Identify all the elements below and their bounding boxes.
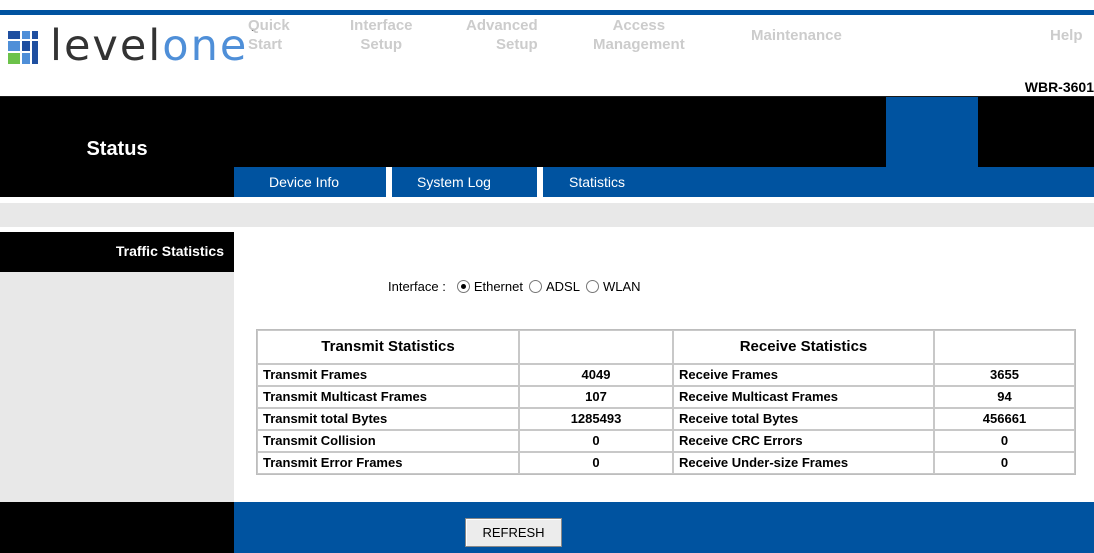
table-row: Transmit Collision 0 Receive CRC Errors … [257,429,1075,452]
refresh-button[interactable]: REFRESH [465,518,562,547]
radio-ethernet[interactable] [456,279,470,293]
nav-quick-start-line1: Quick [248,17,290,34]
tx-value: 0 [519,429,673,452]
subnav-separator [386,167,392,197]
tx-value: 4049 [519,363,673,386]
section-title: Status [86,138,148,160]
table-header-blank [519,330,673,364]
tx-label: Transmit Error Frames [257,451,519,474]
rx-value: 94 [934,385,1075,408]
logo-mark-icon [8,31,38,64]
interface-label: Interface : [388,278,446,294]
radio-adsl-label: ADSL [545,278,580,294]
table-row: Transmit Error Frames 0 Receive Under-si… [257,451,1075,474]
rx-label: Receive total Bytes [673,407,934,430]
transmit-statistics-header: Transmit Statistics [257,330,519,364]
nav-interface-setup[interactable]: Interface Setup [350,0,413,70]
logo-wordmark: levelone • [50,25,258,68]
model-name: WBR-3601 [1024,79,1094,95]
subnav-system-log[interactable]: System Log [417,167,491,197]
nav-interface-setup-line1: Interface [350,17,413,34]
nav-access-management-line1: Access [612,17,666,34]
table-row: Transmit total Bytes 1285493 Receive tot… [257,407,1075,430]
radio-wlan-label: WLAN [602,278,641,294]
side-gray-panel [0,272,234,502]
tx-label: Transmit total Bytes [257,407,519,430]
radio-ethernet-label: Ethernet [473,278,523,294]
traffic-statistics-table: Transmit Statistics Receive Statistics T… [256,329,1076,475]
nav-access-management[interactable]: Access Management [593,0,685,70]
nav-help-label: Help [1050,26,1083,44]
tx-value: 107 [519,385,673,408]
footer-bar [234,502,1094,553]
rx-label: Receive Frames [673,363,934,386]
nav-help[interactable]: Help [1050,0,1083,70]
nav-access-management-line2: Management [593,36,685,53]
nav-quick-start[interactable]: Quick Start [248,0,290,70]
table-row: Transmit Multicast Frames 107 Receive Mu… [257,385,1075,408]
tx-value: 0 [519,451,673,474]
table-row: Transmit Frames 4049 Receive Frames 3655 [257,363,1075,386]
tx-label: Transmit Frames [257,363,519,386]
nav-advanced-setup-line1: Advanced [466,17,538,34]
footer-left-panel [0,502,234,553]
rx-label: Receive CRC Errors [673,429,934,452]
rx-value: 456661 [934,407,1075,430]
table-header-blank [934,330,1075,364]
sub-nav: Device Info System Log Statistics [234,167,1094,197]
side-label-traffic-statistics: Traffic Statistics [115,243,224,259]
nav-active-highlight [886,97,978,167]
content-top-strip [0,203,1094,227]
radio-wlan[interactable] [585,279,599,293]
nav-status-label: Status [905,26,951,44]
interface-selector: Interface : Ethernet ADSL WLAN [388,276,645,296]
nav-advanced-setup-line2: Setup [496,36,538,53]
nav-interface-setup-line2: Setup [360,36,403,53]
rx-value: 0 [934,451,1075,474]
tx-value: 1285493 [519,407,673,430]
tx-label: Transmit Multicast Frames [257,385,519,408]
logo-word-level: level [50,21,163,71]
tx-label: Transmit Collision [257,429,519,452]
receive-statistics-header: Receive Statistics [673,330,934,364]
subnav-statistics[interactable]: Statistics [569,167,625,197]
subnav-separator [537,167,543,197]
nav-quick-start-line2: Start [248,36,283,53]
rx-label: Receive Under-size Frames [673,451,934,474]
nav-maintenance[interactable]: Maintenance [751,0,842,70]
table-header-row: Transmit Statistics Receive Statistics [257,330,1075,364]
levelone-logo: levelone • [8,25,258,68]
rx-label: Receive Multicast Frames [673,385,934,408]
radio-adsl[interactable] [528,279,542,293]
nav-status[interactable]: Status [905,0,951,70]
rx-value: 0 [934,429,1075,452]
rx-value: 3655 [934,363,1075,386]
subnav-device-info[interactable]: Device Info [269,167,339,197]
logo-word-one: one [162,21,249,71]
nav-advanced-setup[interactable]: Advanced Setup [466,0,538,70]
nav-maintenance-label: Maintenance [751,26,842,44]
